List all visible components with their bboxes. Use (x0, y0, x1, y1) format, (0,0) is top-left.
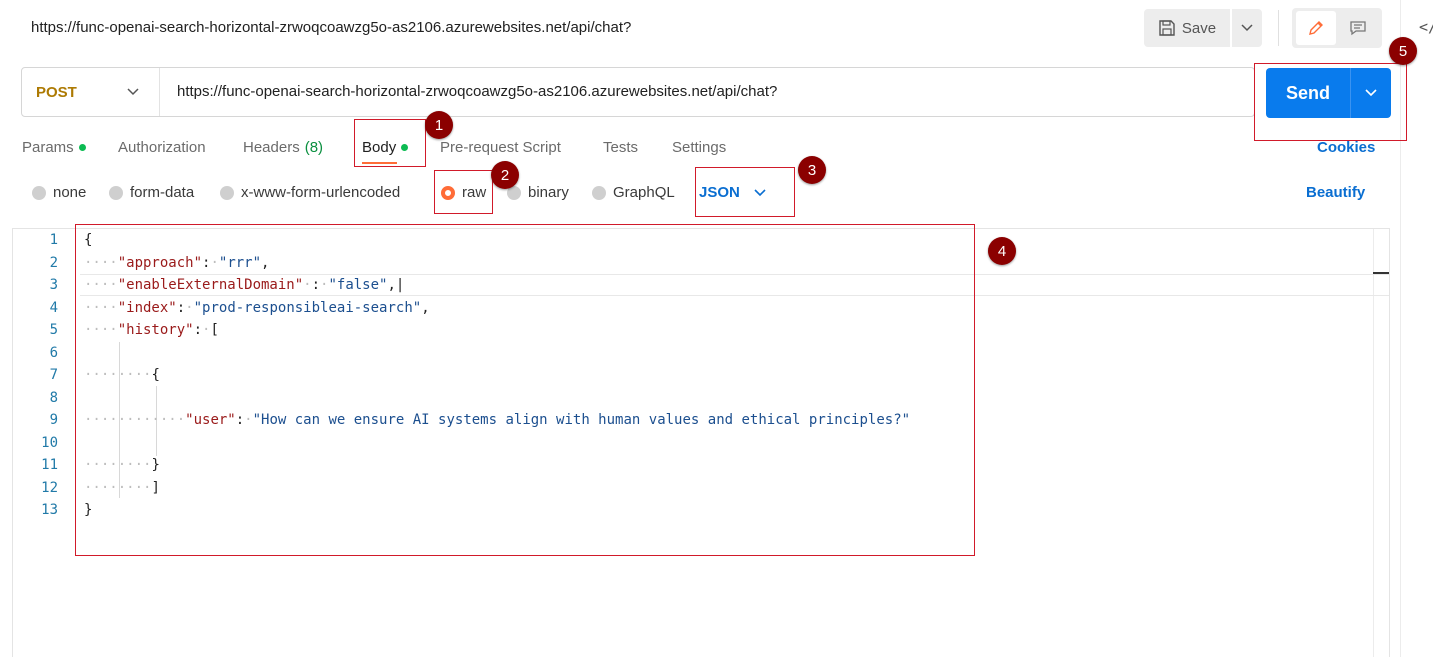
radio-none[interactable] (32, 185, 46, 200)
radio-none-label: none (53, 184, 87, 201)
line-number: 1 (49, 232, 58, 248)
line-number: 12 (41, 480, 58, 496)
annotation-badge: 5 (1389, 37, 1417, 65)
code-snippet-icon[interactable]: </ (1419, 18, 1433, 36)
tab-prerequest-script[interactable]: Pre-request Script (440, 139, 561, 156)
line-number: 13 (41, 502, 58, 518)
tab-authorization[interactable]: Authorization (118, 139, 206, 156)
annotation-badge: 4 (988, 237, 1016, 265)
tab-params-label: Params (22, 139, 74, 156)
comment-icon (1350, 21, 1366, 36)
line-number: 4 (49, 300, 58, 316)
pencil-icon (1309, 21, 1323, 35)
chevron-down-icon (1241, 24, 1253, 32)
line-number: 11 (41, 457, 58, 473)
radio-graphql[interactable] (592, 185, 606, 200)
radio-binary-label: binary (528, 184, 569, 201)
body-type-form-data[interactable]: form-data (109, 184, 194, 201)
edit-mode-button[interactable] (1296, 11, 1336, 45)
method-select[interactable]: POST (22, 68, 160, 116)
radio-form-data[interactable] (109, 185, 123, 200)
save-button[interactable]: Save (1144, 9, 1230, 47)
line-number: 10 (41, 435, 58, 451)
body-type-binary[interactable]: binary (507, 184, 569, 201)
tab-params[interactable]: Params (22, 139, 86, 156)
line-number: 7 (49, 367, 58, 383)
tab-settings[interactable]: Settings (672, 139, 726, 156)
cookies-link[interactable]: Cookies (1317, 139, 1375, 156)
line-number: 6 (49, 345, 58, 361)
annotation-box-send (1254, 63, 1407, 141)
line-number: 5 (49, 322, 58, 338)
annotation-badge: 1 (425, 111, 453, 139)
tab-tests[interactable]: Tests (603, 139, 638, 156)
params-indicator-dot (78, 144, 86, 151)
chevron-down-icon (127, 88, 139, 96)
url-input[interactable]: https://func-openai-search-horizontal-zr… (177, 83, 777, 100)
line-number: 9 (49, 412, 58, 428)
request-title: https://func-openai-search-horizontal-zr… (31, 19, 632, 36)
body-type-urlencoded[interactable]: x-www-form-urlencoded (220, 184, 400, 201)
body-type-graphql[interactable]: GraphQL (592, 184, 675, 201)
save-options-button[interactable] (1232, 9, 1262, 47)
annotation-badge: 3 (798, 156, 826, 184)
comment-mode-button[interactable] (1338, 11, 1378, 45)
radio-urlencoded-label: x-www-form-urlencoded (241, 184, 401, 201)
annotation-badge: 2 (491, 161, 519, 189)
tab-headers-label: Headers (243, 139, 300, 156)
line-number: 8 (49, 390, 58, 406)
method-label: POST (36, 83, 77, 101)
annotation-box-editor (75, 224, 975, 556)
radio-form-data-label: form-data (130, 184, 195, 201)
line-number: 2 (49, 255, 58, 271)
tab-headers[interactable]: Headers (8) (243, 139, 323, 156)
save-label: Save (1181, 19, 1217, 37)
radio-graphql-label: GraphQL (613, 184, 675, 201)
beautify-button[interactable]: Beautify (1306, 184, 1365, 201)
headers-count: (8) (304, 139, 324, 156)
radio-urlencoded[interactable] (220, 185, 234, 200)
body-type-none[interactable]: none (32, 184, 86, 201)
annotation-box-body-tab (354, 119, 426, 167)
annotation-box-raw (434, 170, 493, 214)
toolbar-divider (1278, 10, 1279, 46)
annotation-box-json (695, 167, 795, 217)
line-number: 3 (49, 277, 58, 293)
save-icon (1159, 20, 1175, 36)
